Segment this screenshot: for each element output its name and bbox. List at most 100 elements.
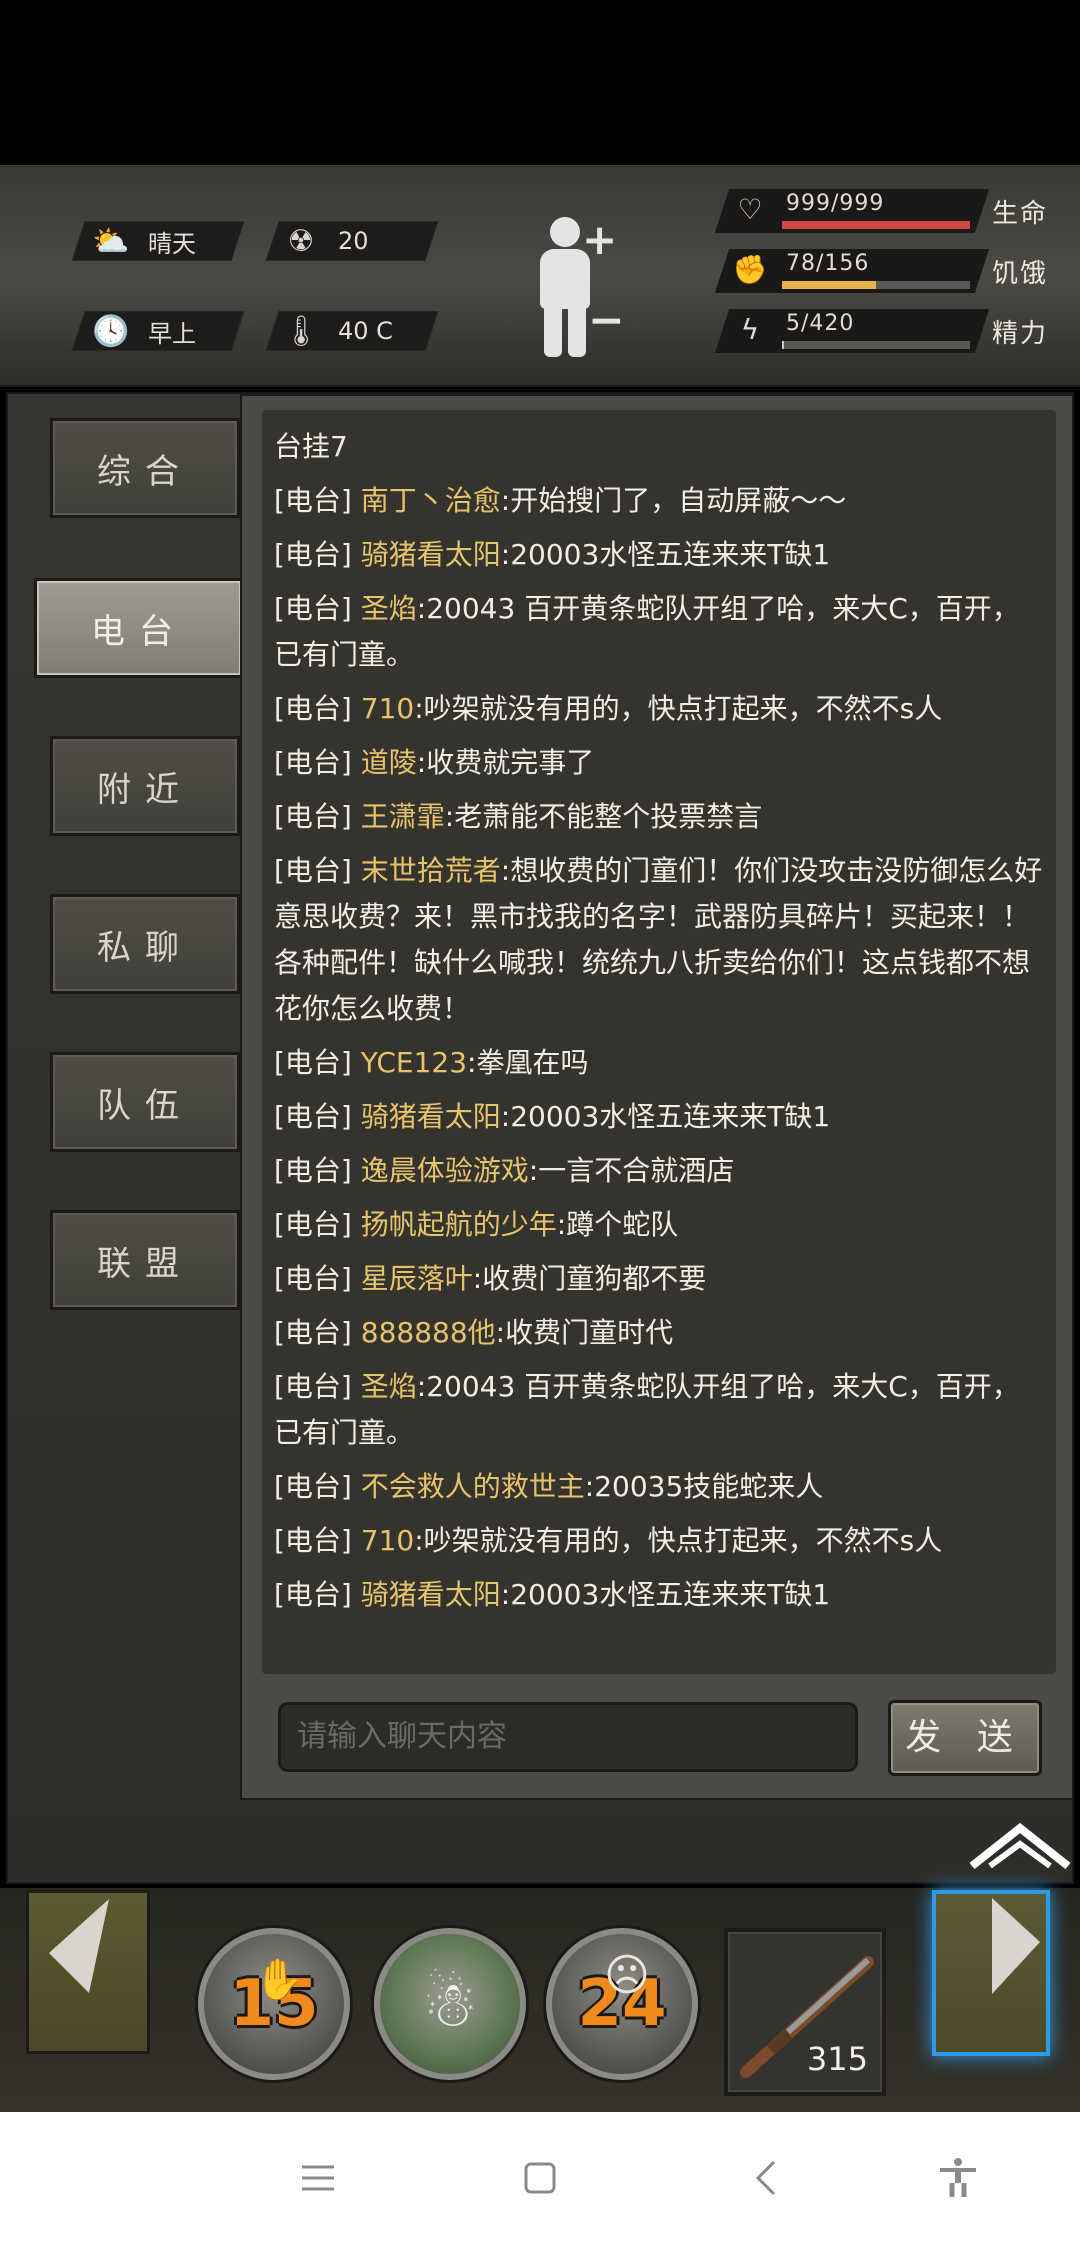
chat-channel-tag: [电台] [274,1100,352,1133]
figure-head [550,217,580,247]
minus-icon: − [588,295,625,346]
chat-username[interactable]: 888888他 [361,1316,496,1349]
chat-username[interactable]: 不会救人的救世主 [361,1470,585,1503]
collapse-chevron-icon[interactable] [964,1818,1076,1870]
energy-label: 精力 [992,319,1049,349]
chat-input[interactable]: 请输入聊天内容 [278,1702,858,1772]
figure-leg [544,305,562,357]
chat-message: [电台] 不会救人的救世主:20035技能蛇来人 [274,1464,1044,1510]
chat-text: :20003水怪五连来来T缺1 [500,1578,831,1611]
chat-message: [电台] 扬帆起航的少年:蹲个蛇队 [274,1202,1044,1248]
chat-message: [电台] 骑猪看太阳:20003水怪五连来来T缺1 [274,1572,1044,1618]
chat-message: [电台] 逸晨体验游戏:一言不合就酒店 [274,1148,1044,1194]
chat-channel-tag: [电台] [274,800,352,833]
chat-username[interactable]: 扬帆起航的少年 [361,1208,557,1241]
chat-text: :20003水怪五连来来T缺1 [500,1100,831,1133]
chat-message: [电台] YCE123:拳凰在吗 [274,1040,1044,1086]
chat-username[interactable]: 道陵 [361,746,417,779]
health-stat: ♡ 999/999 生命 [714,189,1062,233]
chat-channel-tag: [电台] [274,1262,352,1295]
health-label: 生命 [992,199,1049,229]
heal-figure-icon: ☃ [422,1967,478,2041]
chat-text: :拳凰在吗 [467,1046,589,1079]
chat-text: :收费门童时代 [495,1316,674,1349]
chat-username[interactable]: 南丁丶治愈 [361,484,501,517]
chat-channel-tag: [电台] [274,592,352,625]
chat-channel-tag: [电台] [274,1316,352,1349]
hunger-label: 饥饿 [992,259,1049,289]
stomach-icon: ✊ [732,253,768,286]
arrow-left-icon [49,1899,109,1993]
tab-alliance[interactable]: 联盟 [50,1210,240,1310]
chat-log[interactable]: 台挂7 [电台] 南丁丶治愈:开始搜门了，自动屏蔽～～ [电台] 骑猪看太阳:20… [262,410,1056,1674]
temperature-indicator: 🌡 40 C [280,311,393,351]
chat-channel-tag: [电台] [274,854,352,887]
arrow-right-icon [992,1898,1040,1994]
chat-message: [电台] 星辰落叶:收费门童狗都不要 [274,1256,1044,1302]
chat-username[interactable]: 逸晨体验游戏 [361,1154,529,1187]
chat-text: :收费就完事了 [416,746,595,779]
health-bar-fill [782,221,970,229]
chat-message: [电台] 710:吵架就没有用的，快点打起来，不然不s人 [274,1518,1044,1564]
next-page-button[interactable] [932,1890,1050,2056]
chat-username[interactable]: 王潇霏 [361,800,445,833]
chat-message: [电台] 888888他:收费门童时代 [274,1310,1044,1356]
home-icon[interactable] [500,2112,580,2244]
tab-general[interactable]: 综合 [50,418,240,518]
weather-indicator: ⛅ 晴天 [90,221,196,261]
chat-username[interactable]: 710 [361,692,414,725]
weapon-ammo-count: 315 [806,2040,868,2078]
chat-username[interactable]: 骑猪看太阳 [361,538,501,571]
weapon-slot[interactable]: 315 [724,1928,886,2096]
time-indicator: 🕓 早上 [90,311,196,351]
body-status-button[interactable]: + − [520,215,625,357]
top-blackout [0,0,1080,165]
chat-channel-tag: [电台] [274,1470,352,1503]
chat-channel-tag: [电台] [274,1578,352,1611]
energy-stat: ϟ 5/420 精力 [714,309,1062,353]
chat-username[interactable]: 星辰落叶 [361,1262,473,1295]
health-value: 999/999 [786,191,885,216]
chat-username[interactable]: YCE123 [361,1046,467,1079]
chat-text: :蹲个蛇队 [556,1208,679,1241]
chat-message: [电台] 骑猪看太阳:20003水怪五连来来T缺1 [274,532,1044,578]
skill-bandage[interactable]: ✋ 15 [198,1928,350,2080]
clock-icon: 🕓 [92,313,130,349]
figure-leg [568,305,586,357]
chat-channel-tag: [电台] [274,484,352,517]
chat-text: :吵架就没有用的，快点打起来，不然不s人 [414,1524,943,1557]
tab-private[interactable]: 私聊 [50,894,240,994]
chat-channel-tag: [电台] [274,1370,352,1403]
tab-radio[interactable]: 电台 [34,578,244,678]
chat-text: :20003水怪五连来来T缺1 [500,538,831,571]
chat-username[interactable]: 圣焰 [361,1370,417,1403]
radiation-indicator: ☢ 20 [280,221,369,261]
chat-message: [电台] 南丁丶治愈:开始搜门了，自动屏蔽～～ [274,478,1044,524]
back-icon[interactable] [726,2112,806,2244]
chat-username[interactable]: 圣焰 [361,592,417,625]
chat-username[interactable]: 骑猪看太阳 [361,1578,501,1611]
skill-heal[interactable]: ☃ [374,1928,526,2080]
chat-username[interactable]: 骑猪看太阳 [361,1100,501,1133]
rage-face-icon: ☹ [604,1950,650,2001]
skill-rage[interactable]: ☹ 24 [546,1928,698,2080]
chat-username[interactable]: 末世拾荒者 [361,854,501,887]
time-label: 早上 [148,319,196,348]
hunger-bar [782,281,970,289]
chat-message: [电台] 骑猪看太阳:20003水怪五连来来T缺1 [274,1094,1044,1140]
chat-username[interactable]: 710 [361,1524,414,1557]
send-button[interactable]: 发 送 [888,1700,1042,1776]
energy-bar [782,341,970,349]
system-navigation-bar [0,2112,1080,2244]
tab-team[interactable]: 队伍 [50,1052,240,1152]
hunger-bar-fill [782,281,876,289]
previous-page-button[interactable] [26,1890,150,2054]
temperature-value: 40 C [338,317,393,345]
chat-message: 台挂7 [274,430,348,463]
menu-icon[interactable] [278,2112,358,2244]
chat-message: [电台] 圣焰:20043 百开黄条蛇队开组了哈，来大C，百开，已有门童。 [274,1364,1044,1456]
accessibility-icon[interactable] [918,2112,998,2244]
chat-text: :20035技能蛇来人 [584,1470,824,1503]
tab-nearby[interactable]: 附近 [50,736,240,836]
hunger-stat: ✊ 78/156 饥饿 [714,249,1062,293]
